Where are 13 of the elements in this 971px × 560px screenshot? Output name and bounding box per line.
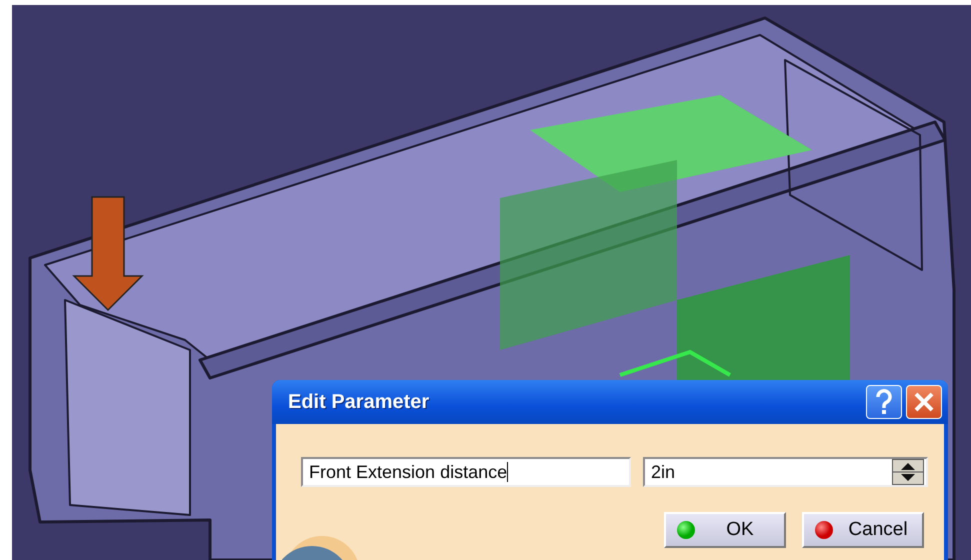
- close-button[interactable]: [906, 385, 942, 419]
- question-mark-icon: [874, 389, 894, 415]
- parameter-value-field[interactable]: 2in: [643, 457, 928, 487]
- down-arrow-icon: [72, 196, 144, 312]
- ok-button[interactable]: OK: [664, 512, 786, 548]
- close-icon: [914, 392, 934, 412]
- ball-icon: [676, 520, 696, 540]
- spin-arrows-icon[interactable]: [892, 459, 924, 485]
- dialog-title: Edit Parameter: [288, 390, 430, 414]
- parameter-name-field[interactable]: Front Extension distance: [301, 457, 631, 487]
- cancel-button[interactable]: Cancel: [802, 512, 924, 548]
- ball-icon: [814, 520, 834, 540]
- help-button[interactable]: [866, 385, 902, 419]
